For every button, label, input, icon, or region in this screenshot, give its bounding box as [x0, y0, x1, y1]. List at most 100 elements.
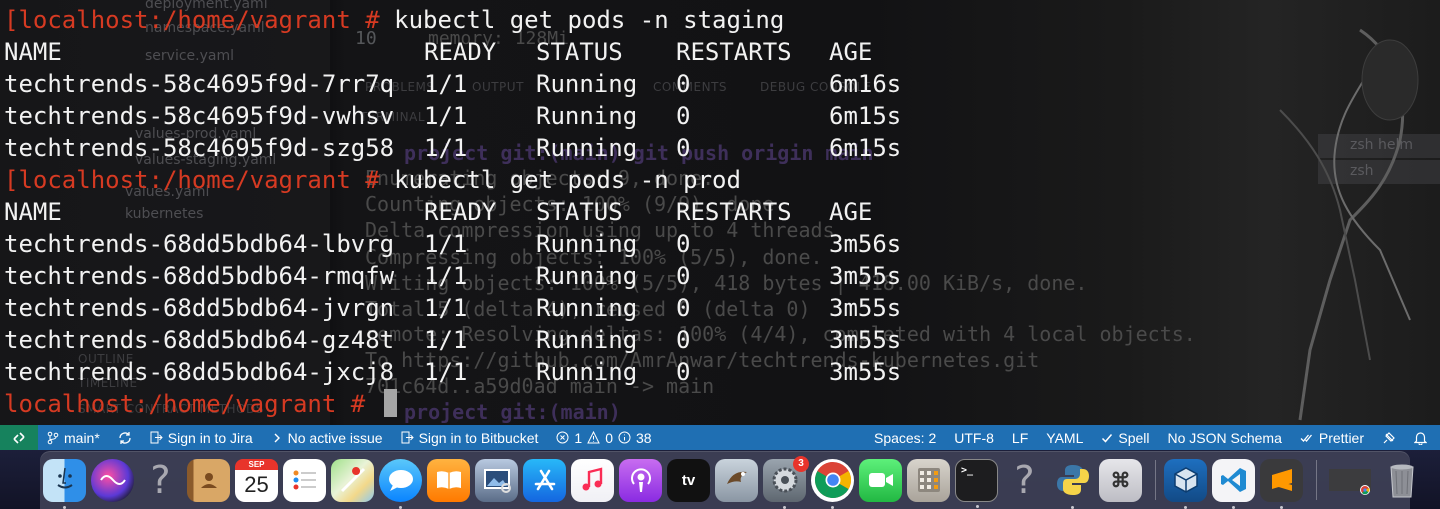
pod-age: 6m15s [829, 102, 902, 130]
python-icon[interactable] [1051, 459, 1094, 509]
virtualbox-icon[interactable] [1164, 458, 1207, 509]
pod-status: Running [536, 326, 638, 354]
unknown-app-icon[interactable]: ? [139, 458, 182, 502]
pod-status: Running [536, 102, 638, 130]
command-text: kubectl get pods -n prod [394, 166, 741, 194]
spell-button[interactable]: Spell [1092, 425, 1158, 450]
table-row: techtrends-68dd5bdb64-lbvrg 1/1 Running 0 3m… [0, 228, 1440, 260]
pod-age: 3m55s [829, 326, 902, 354]
pod-restarts: 0 [676, 358, 691, 386]
reminders-icon[interactable] [283, 458, 326, 502]
bitbucket-sign-in-button[interactable]: Sign in to Bitbucket [392, 425, 548, 450]
header-status: STATUS [536, 38, 623, 66]
terminal-output[interactable]: [localhost:/home/vagrant # kubectl get p… [0, 0, 1440, 429]
table-row: techtrends-58c4695f9d-vwhsv 1/1 Running 0 6m… [0, 100, 1440, 132]
pod-status: Running [536, 358, 638, 386]
table-row: techtrends-58c4695f9d-7rr7q 1/1 Running 0 6m… [0, 68, 1440, 100]
podcasts-icon[interactable] [619, 458, 662, 502]
facetime-icon[interactable] [859, 458, 902, 502]
messages-icon[interactable] [379, 458, 422, 509]
pod-restarts: 0 [676, 102, 691, 130]
sublime-text-icon[interactable] [1260, 458, 1303, 509]
header-restarts: RESTARTS [676, 38, 792, 66]
double-check-icon [1300, 434, 1312, 442]
shell-prompt: [localhost:/home/vagrant # [4, 166, 395, 194]
books-icon[interactable] [427, 458, 470, 502]
pod-ready: 1/1 [424, 358, 468, 386]
keychain-icon[interactable]: ⌘ [1099, 458, 1142, 502]
sync-button[interactable] [109, 425, 141, 450]
pod-name: techtrends-68dd5bdb64-lbvrg [4, 230, 395, 258]
unknown-app-icon[interactable]: ? [1003, 458, 1046, 502]
header-name: NAME [4, 38, 62, 66]
table-header-row: NAME READY STATUS RESTARTS AGE [0, 196, 1440, 228]
chrome-icon[interactable] [811, 458, 854, 509]
keychain-glyph: ⌘ [1110, 469, 1131, 492]
eol-button[interactable]: LF [1003, 425, 1037, 450]
active-issue-button[interactable]: No active issue [262, 425, 392, 450]
notifications-button[interactable] [1405, 425, 1436, 450]
terminal-input-line[interactable]: localhost:/home/vagrant # [0, 388, 1440, 420]
prettier-button[interactable]: Prettier [1291, 425, 1373, 450]
apple-tv-label: tv [681, 471, 696, 489]
system-preferences-icon[interactable]: 3 [763, 455, 809, 509]
finder-icon[interactable] [43, 458, 86, 509]
table-row: techtrends-68dd5bdb64-jvrgn 1/1 Running 0 3m… [0, 292, 1440, 324]
encoding-button[interactable]: UTF-8 [945, 425, 1003, 450]
music-icon[interactable] [571, 458, 614, 502]
problems-button[interactable]: 1 0 38 [547, 425, 660, 450]
dock-shelf: ? SEP 25 tv 3 >_ ? ⌘ [40, 451, 1414, 509]
sign-in-icon [401, 431, 414, 444]
info-count: 38 [636, 429, 652, 446]
calculator-icon[interactable] [907, 458, 950, 502]
apple-tv-icon[interactable]: tv [667, 458, 710, 502]
pod-restarts: 0 [676, 134, 691, 162]
pod-restarts: 0 [676, 262, 691, 290]
pod-ready: 1/1 [424, 262, 468, 290]
language-label: YAML [1046, 429, 1084, 446]
minimized-chrome-window[interactable] [1325, 459, 1375, 502]
preview-icon[interactable] [475, 458, 518, 502]
pod-restarts: 0 [676, 326, 691, 354]
indentation-button[interactable]: Spaces: 2 [865, 425, 945, 450]
warning-icon [587, 431, 601, 444]
eagle-filer-icon[interactable] [715, 458, 758, 502]
pod-age: 3m55s [829, 262, 902, 290]
header-name: NAME [4, 198, 62, 226]
calendar-month: SEP [235, 458, 278, 470]
maps-icon[interactable] [331, 458, 374, 502]
pod-age: 6m15s [829, 134, 902, 162]
terminal-app-icon[interactable]: >_ [955, 458, 998, 508]
header-ready: READY [424, 38, 497, 66]
json-schema-button[interactable]: No JSON Schema [1159, 425, 1291, 450]
pod-age: 3m55s [829, 294, 902, 322]
header-ready: READY [424, 198, 497, 226]
git-branch-button[interactable]: main* [38, 425, 109, 450]
pod-status: Running [536, 262, 638, 290]
pod-status: Running [536, 70, 638, 98]
terminal-command-line: [localhost:/home/vagrant # kubectl get p… [0, 164, 1440, 196]
calendar-icon[interactable]: SEP 25 [235, 458, 278, 502]
trash-icon[interactable] [1380, 459, 1423, 502]
siri-icon[interactable] [91, 458, 134, 502]
bell-icon [1414, 431, 1427, 445]
pod-age: 6m16s [829, 70, 902, 98]
jira-label: Sign in to Jira [167, 429, 253, 446]
bitbucket-label: Sign in to Bitbucket [418, 429, 539, 446]
app-store-icon[interactable] [523, 458, 566, 502]
pod-name: techtrends-58c4695f9d-vwhsv [4, 102, 395, 130]
pod-status: Running [536, 230, 638, 258]
table-row: techtrends-68dd5bdb64-gz48t 1/1 Running 0 3m… [0, 324, 1440, 356]
jira-sign-in-button[interactable]: Sign in to Jira [141, 425, 262, 450]
remote-indicator-button[interactable] [0, 425, 38, 450]
contacts-icon[interactable] [187, 458, 230, 502]
header-restarts: RESTARTS [676, 198, 792, 226]
vscode-icon[interactable] [1212, 458, 1255, 509]
feedback-button[interactable] [1373, 425, 1405, 450]
language-mode-button[interactable]: YAML [1037, 425, 1092, 450]
pod-ready: 1/1 [424, 326, 468, 354]
indentation-label: Spaces: 2 [873, 429, 937, 446]
sync-icon [119, 431, 131, 444]
feedback-icon [1383, 431, 1395, 443]
pod-name: techtrends-68dd5bdb64-gz48t [4, 326, 395, 354]
